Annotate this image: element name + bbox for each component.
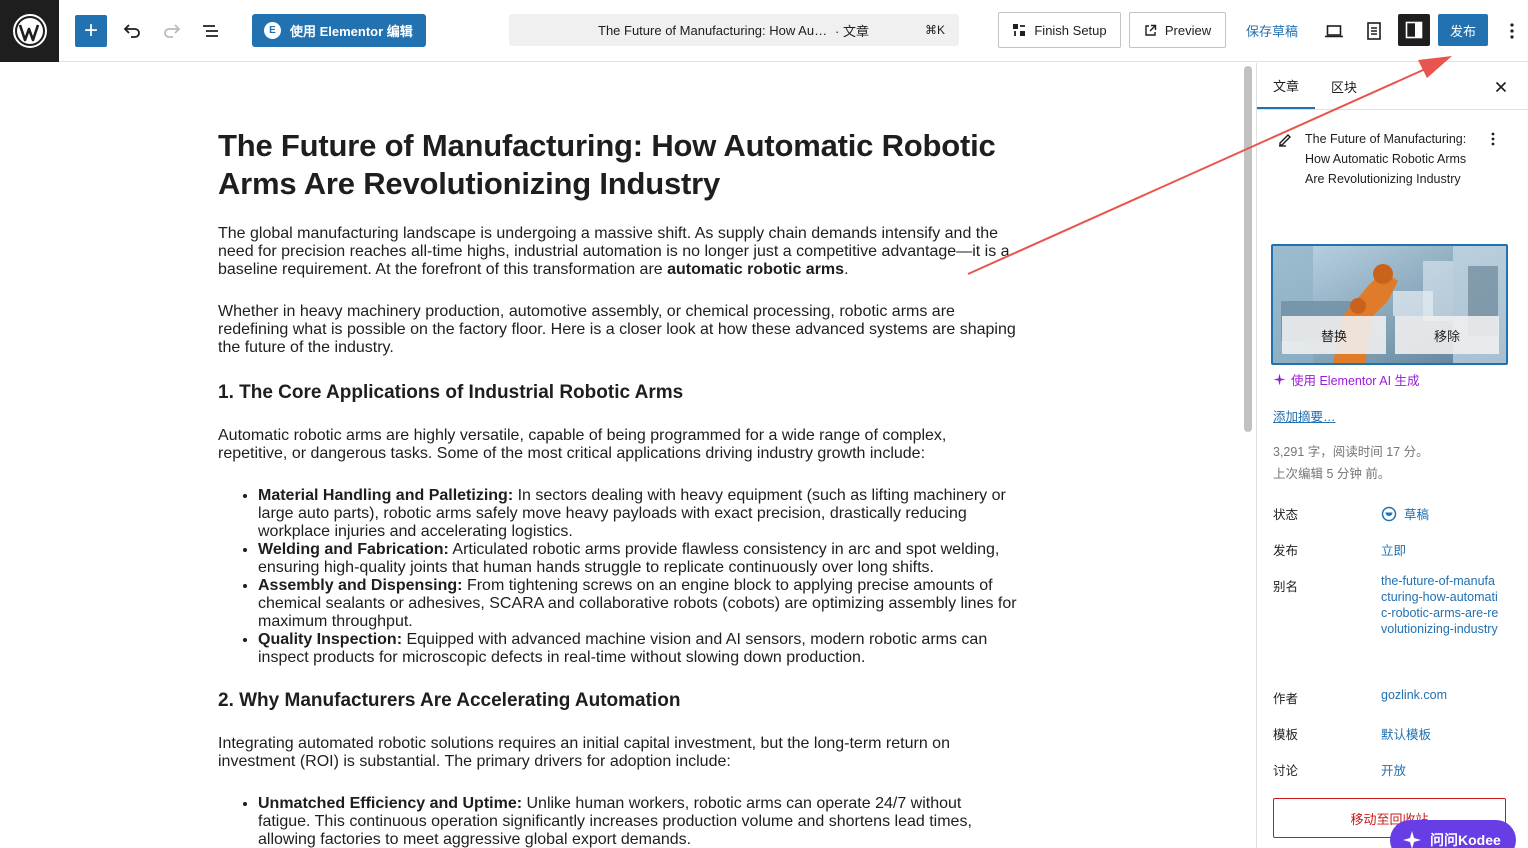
intro-bold-text: automatic robotic arms — [667, 261, 845, 278]
add-excerpt-link[interactable]: 添加摘要… — [1273, 406, 1336, 425]
status-value[interactable]: 草稿 — [1381, 504, 1429, 523]
options-menu-button[interactable] — [1496, 15, 1528, 47]
list-item: Welding and Fabrication: Articulated rob… — [258, 541, 1018, 577]
slug-label: 别名 — [1273, 580, 1299, 594]
document-overview-button[interactable] — [195, 15, 227, 47]
replace-image-button[interactable]: 替换 — [1282, 316, 1386, 354]
paragraph-block[interactable]: The global manufacturing landscape is un… — [218, 225, 1018, 279]
settings-sidebar: 文章 区块 The Future of Manufacturing: How A… — [1256, 63, 1528, 848]
canvas-scrollbar[interactable] — [1244, 66, 1252, 432]
publish-date-value[interactable]: 立即 — [1381, 540, 1406, 559]
preview-button[interactable]: Preview — [1129, 12, 1226, 48]
post-title[interactable]: The Future of Manufacturing: How Automat… — [218, 127, 1018, 203]
close-icon — [1495, 81, 1507, 93]
list-item: Assembly and Dispensing: From tightening… — [258, 577, 1018, 631]
list-item: Material Handling and Palletizing: In se… — [258, 487, 1018, 541]
edit-post-icon — [1279, 134, 1291, 147]
kebab-menu-icon — [1510, 23, 1514, 39]
preview-label: Preview — [1164, 22, 1212, 38]
tab-block[interactable]: 区块 — [1323, 63, 1365, 109]
wordpress-logo-icon[interactable] — [0, 0, 59, 62]
kodee-icon — [1403, 831, 1421, 848]
slug-value[interactable]: the-future-of-manufacturing-how-automati… — [1381, 573, 1501, 637]
paragraph-block[interactable]: Automatic robotic arms are highly versat… — [218, 427, 1018, 463]
redo-icon — [164, 24, 181, 38]
heading-block[interactable]: 2. Why Manufacturers Are Accelerating Au… — [218, 689, 1018, 713]
last-edited: 上次编辑 5 分钟 前。 — [1273, 467, 1391, 481]
post-actions-button[interactable] — [1485, 129, 1501, 149]
featured-image[interactable]: 替换 移除 — [1271, 244, 1508, 365]
plugin-panel-button[interactable] — [1358, 15, 1390, 47]
status-value-label: 草稿 — [1404, 508, 1430, 522]
editor-canvas: The Future of Manufacturing: How Automat… — [0, 63, 1240, 848]
remove-image-button[interactable]: 移除 — [1395, 316, 1499, 354]
list-item: Quality Inspection: Equipped with advanc… — [258, 631, 1018, 667]
intro-end-text: . — [844, 261, 849, 278]
list-block[interactable]: Material Handling and Palletizing: In se… — [258, 487, 1018, 667]
sidebar-tabs: 文章 区块 — [1257, 63, 1528, 110]
publish-label: 发布 — [1273, 544, 1299, 558]
edit-with-elementor-label: 使用 Elementor 编辑 — [290, 24, 413, 39]
list-view-icon — [203, 25, 218, 37]
status-label: 状态 — [1273, 508, 1299, 522]
laptop-icon — [1325, 25, 1343, 38]
elementor-icon: E — [264, 22, 281, 39]
list-block[interactable]: Unmatched Efficiency and Uptime: Unlike … — [258, 795, 1018, 848]
discussion-label: 讨论 — [1273, 764, 1299, 778]
author-label: 作者 — [1273, 692, 1299, 706]
post-content: The Future of Manufacturing: How Automat… — [218, 127, 1018, 848]
settings-sidebar-toggle[interactable] — [1398, 14, 1430, 46]
list-item-bold: Quality Inspection: — [258, 631, 403, 648]
word-count: 3,291 字，阅读时间 17 分。 — [1273, 445, 1429, 459]
author-value[interactable]: gozlink.com — [1381, 688, 1447, 702]
ask-kodee-label: 问问Kodee — [1430, 832, 1501, 848]
document-icon — [1367, 22, 1381, 40]
paragraph-block[interactable]: Whether in heavy machinery production, a… — [218, 303, 1018, 357]
discussion-value[interactable]: 开放 — [1381, 760, 1406, 779]
edit-with-elementor-button[interactable]: E 使用 Elementor 编辑 — [252, 14, 426, 47]
undo-button[interactable] — [116, 15, 148, 47]
publish-button[interactable]: 发布 — [1438, 14, 1488, 46]
redo-button[interactable] — [156, 15, 188, 47]
setup-icon — [1013, 24, 1026, 36]
list-item: Unmatched Efficiency and Uptime: Unlike … — [258, 795, 1018, 848]
save-draft-button[interactable]: 保存草稿 — [1240, 14, 1304, 46]
ai-generate-label: 使用 Elementor AI 生成 — [1291, 374, 1420, 388]
editor-header: + E 使用 Elementor 编辑 The Future of Manufa… — [0, 0, 1528, 62]
external-link-icon — [1145, 24, 1157, 36]
document-type: · 文章 — [835, 23, 869, 39]
finish-setup-button[interactable]: Finish Setup — [998, 12, 1121, 48]
intro-text: The global manufacturing landscape is un… — [218, 225, 1010, 278]
sidebar-post-title[interactable]: The Future of Manufacturing: How Automat… — [1305, 129, 1485, 189]
template-label: 模板 — [1273, 728, 1299, 742]
undo-icon — [123, 24, 140, 38]
list-item-bold: Material Handling and Palletizing: — [258, 487, 514, 504]
template-value[interactable]: 默认模板 — [1381, 724, 1431, 743]
command-palette-bar[interactable]: The Future of Manufacturing: How Automat… — [509, 14, 959, 46]
heading-block[interactable]: 1. The Core Applications of Industrial R… — [218, 381, 1018, 405]
list-item-bold: Unmatched Efficiency and Uptime: — [258, 795, 523, 812]
plus-icon: + — [83, 17, 98, 44]
finish-setup-label: Finish Setup — [1034, 22, 1107, 38]
draft-status-icon — [1381, 506, 1397, 521]
tab-post[interactable]: 文章 — [1257, 63, 1315, 109]
elementor-ai-generate-link[interactable]: 使用 Elementor AI 生成 — [1273, 370, 1420, 389]
list-item-bold: Welding and Fabrication: — [258, 541, 449, 558]
document-title: The Future of Manufacturing: How Automat… — [598, 22, 828, 38]
block-inserter-button[interactable]: + — [75, 15, 107, 47]
device-preview-button[interactable] — [1318, 15, 1350, 47]
sidebar-icon — [1405, 21, 1423, 39]
close-sidebar-button[interactable] — [1489, 75, 1513, 99]
block-editor: + E 使用 Elementor 编辑 The Future of Manufa… — [0, 0, 1528, 848]
ask-kodee-button[interactable]: 问问Kodee — [1390, 820, 1516, 848]
list-item-bold: Assembly and Dispensing: — [258, 577, 463, 594]
paragraph-block[interactable]: Integrating automated robotic solutions … — [218, 735, 1018, 771]
kebab-menu-icon — [1491, 132, 1495, 146]
sparkle-icon — [1273, 373, 1286, 386]
keyboard-shortcut: ⌘K — [924, 23, 945, 37]
